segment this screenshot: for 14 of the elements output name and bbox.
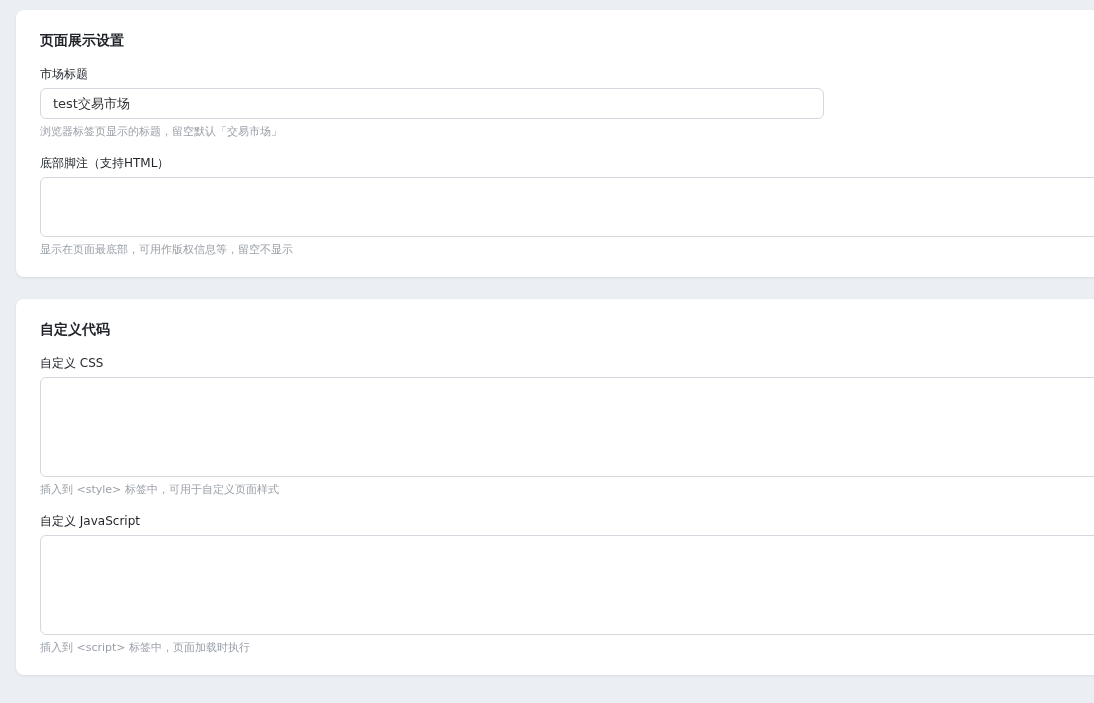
textarea-field[interactable] [40, 177, 1094, 237]
field-label: 底部脚注（支持HTML） [40, 155, 171, 172]
input-field[interactable]: test交易市场 [40, 88, 824, 119]
field-label: 自定义 CSS [40, 355, 105, 372]
help-text: 浏览器标签页显示的标题，留空默认「交易市场」 [40, 124, 283, 139]
section-title: 页面展示设置 [40, 32, 125, 50]
help-text: 显示在页面最底部，可用作版权信息等，留空不显示 [40, 242, 294, 257]
textarea-field[interactable] [40, 535, 1094, 635]
textarea-field[interactable] [40, 377, 1094, 477]
field-label: 自定义 JavaScript [40, 513, 141, 530]
help-text: 插入到 <script> 标签中，页面加载时执行 [40, 640, 252, 655]
field-label: 市场标题 [40, 66, 89, 83]
help-text: 插入到 <style> 标签中，可用于自定义页面样式 [40, 482, 280, 497]
section-title: 自定义代码 [40, 321, 111, 339]
